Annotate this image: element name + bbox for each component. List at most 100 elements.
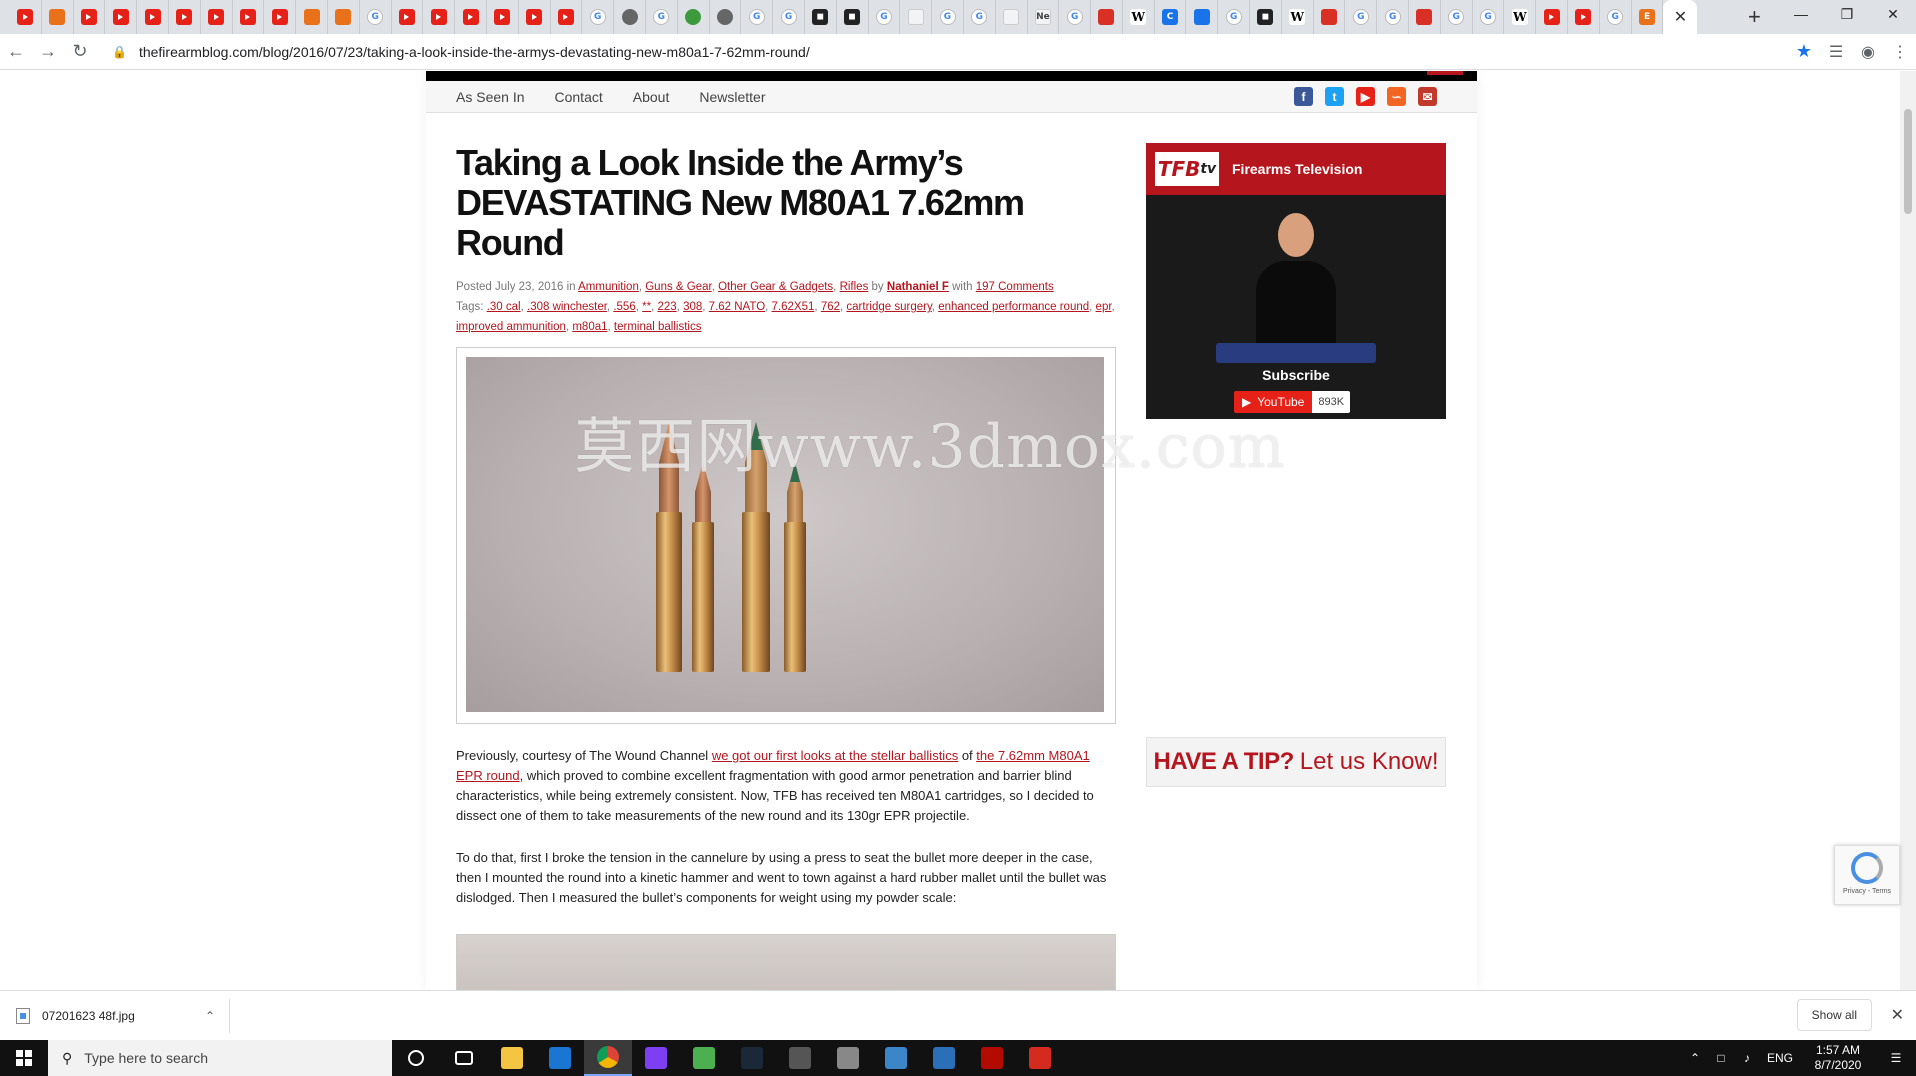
page-scrollbar[interactable] (1900, 71, 1916, 990)
taskbar-solidworks[interactable] (1016, 1040, 1064, 1076)
tab-6[interactable] (201, 0, 233, 34)
tab-23[interactable]: G (741, 0, 774, 34)
tab-11[interactable]: G (360, 0, 392, 34)
nav-contact[interactable]: Contact (555, 89, 603, 105)
show-all-button[interactable]: Show all (1796, 999, 1872, 1031)
tag-link[interactable]: 223 (657, 301, 676, 313)
twitter-icon[interactable]: t (1325, 87, 1344, 106)
start-button[interactable] (0, 1040, 48, 1076)
tab-3[interactable] (105, 0, 138, 34)
taskbar-app-green[interactable] (680, 1040, 728, 1076)
tab-0[interactable] (10, 0, 42, 34)
tab-4[interactable] (137, 0, 169, 34)
tab-5[interactable] (169, 0, 201, 34)
volume-icon[interactable]: ♪ (1734, 1051, 1760, 1065)
chevron-up-icon[interactable]: ⌃ (205, 1009, 215, 1023)
tag-link[interactable]: enhanced performance round (938, 301, 1089, 313)
language-indicator[interactable]: ENG (1760, 1051, 1800, 1065)
taskbar-tor[interactable] (632, 1040, 680, 1076)
tab-12[interactable] (392, 0, 424, 34)
taskbar-task-view[interactable] (440, 1040, 488, 1076)
tab-24[interactable]: G (773, 0, 805, 34)
tab-20[interactable]: G (646, 0, 678, 34)
tab-17[interactable] (551, 0, 583, 34)
tab-7[interactable] (233, 0, 265, 34)
tag-link[interactable]: epr (1096, 301, 1112, 313)
network-icon[interactable]: □ (1708, 1051, 1734, 1065)
tab-50[interactable]: G (1600, 0, 1632, 34)
nav-about[interactable]: About (633, 89, 670, 105)
reload-icon[interactable]: ↻ (64, 36, 96, 68)
tab-30[interactable]: G (964, 0, 996, 34)
new-tab-button[interactable]: + (1737, 0, 1771, 34)
tab-41[interactable] (1314, 0, 1346, 34)
tab-45[interactable]: G (1441, 0, 1473, 34)
tab-27[interactable]: G (869, 0, 901, 34)
close-window-button[interactable]: ✕ (1870, 0, 1916, 28)
taskbar-chrome[interactable] (584, 1040, 632, 1076)
tab-10[interactable] (328, 0, 360, 34)
restore-button[interactable]: ❐ (1824, 0, 1870, 28)
tab-39[interactable]: ◼ (1250, 0, 1282, 34)
rss-icon[interactable]: ∽ (1387, 87, 1406, 106)
taskbar-file-explorer[interactable] (488, 1040, 536, 1076)
tab-43[interactable]: G (1377, 0, 1410, 34)
tab-13[interactable] (423, 0, 456, 34)
youtube-icon[interactable]: ▶ (1356, 87, 1375, 106)
notification-icon[interactable]: ☰ (1876, 1051, 1916, 1065)
tag-link[interactable]: 7.62 NATO (709, 301, 765, 313)
forward-arrow-icon[interactable]: → (32, 36, 64, 68)
profile-avatar[interactable]: ◉ (1852, 36, 1884, 68)
tag-link[interactable]: improved ammunition (456, 321, 566, 333)
tag-link[interactable]: cartridge surgery (846, 301, 931, 313)
reading-list-icon[interactable]: ☰ (1820, 36, 1852, 68)
chevron-up-icon[interactable]: ⌃ (1682, 1051, 1708, 1065)
category-link[interactable]: Ammunition (578, 281, 639, 293)
tab-9[interactable] (296, 0, 328, 34)
taskbar-cortana[interactable] (392, 1040, 440, 1076)
category-link[interactable]: Other Gear & Gadgets (718, 281, 833, 293)
tag-link[interactable]: .30 cal (487, 301, 521, 313)
taskbar-notepad[interactable] (872, 1040, 920, 1076)
tab-19[interactable] (614, 0, 646, 34)
tab-51[interactable]: E (1632, 0, 1664, 34)
tab-37[interactable] (1186, 0, 1219, 34)
download-item[interactable]: 07201623 48f.jpg ⌃ (16, 998, 230, 1033)
tab-35[interactable]: W (1123, 0, 1155, 34)
taskbar-calculator[interactable] (776, 1040, 824, 1076)
tab-34[interactable] (1091, 0, 1123, 34)
tag-link[interactable]: terminal ballistics (614, 321, 702, 333)
tab-8[interactable] (264, 0, 297, 34)
tag-link[interactable]: .308 winchester (527, 301, 607, 313)
tab-49[interactable] (1568, 0, 1600, 34)
tab-47[interactable]: W (1504, 0, 1537, 34)
facebook-icon[interactable]: f (1294, 87, 1313, 106)
tag-link[interactable]: 7.62X51 (772, 301, 815, 313)
tab-31[interactable] (996, 0, 1028, 34)
minimize-button[interactable]: — (1778, 0, 1824, 28)
close-icon[interactable]: ✕ (1891, 1005, 1904, 1025)
category-link[interactable]: Guns & Gear (645, 281, 711, 293)
tab-33[interactable]: G (1059, 0, 1092, 34)
tab-1[interactable] (42, 0, 74, 34)
taskbar-mail[interactable] (536, 1040, 584, 1076)
tab-38[interactable]: G (1218, 0, 1251, 34)
taskbar-steam[interactable] (728, 1040, 776, 1076)
tab-46[interactable]: G (1473, 0, 1505, 34)
recaptcha-badge[interactable]: Privacy - Terms (1834, 845, 1900, 905)
tag-link[interactable]: .556 (613, 301, 635, 313)
tab-28[interactable] (900, 0, 933, 34)
tab-15[interactable] (487, 0, 519, 34)
address-bar[interactable]: 🔒 thefirearmblog.com/blog/2016/07/23/tak… (104, 38, 1788, 66)
tfbtv-widget[interactable]: TFB tv Firearms Television Subscribe ▶ You… (1146, 143, 1446, 419)
taskbar-acrobat[interactable] (968, 1040, 1016, 1076)
author-link[interactable]: Nathaniel F (887, 281, 949, 293)
tab-21[interactable] (678, 0, 710, 34)
taskbar-search[interactable]: ⚲ Type here to search (48, 1040, 392, 1076)
tab-44[interactable] (1409, 0, 1441, 34)
tab-16[interactable] (519, 0, 551, 34)
tab-40[interactable]: W (1282, 0, 1314, 34)
tab-22[interactable] (710, 0, 742, 34)
comments-link[interactable]: 197 Comments (976, 281, 1054, 293)
scrollbar-thumb[interactable] (1904, 109, 1912, 214)
